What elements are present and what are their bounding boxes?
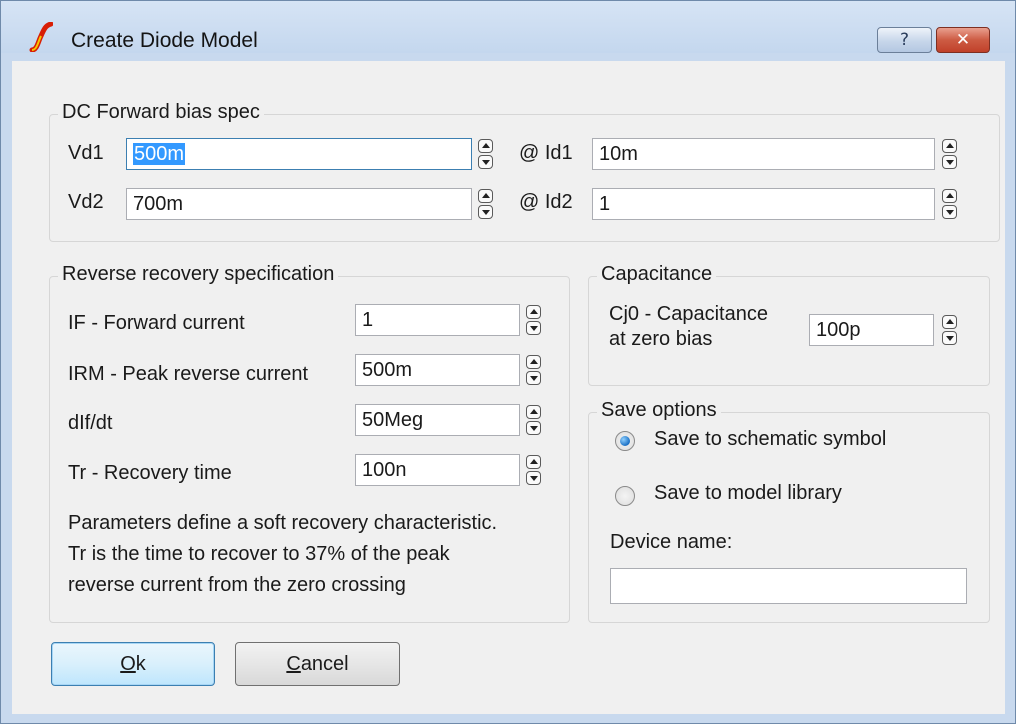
dialog-body: DC Forward bias spec Vd1 500m @ Id1 10m … [12,61,1005,714]
ok-button-label: Ok [120,652,146,675]
recovery-help-text: Parameters define a soft recovery charac… [68,508,497,601]
cancel-button-label: Cancel [286,652,349,675]
id1-label: @ Id1 [519,142,573,164]
if-input[interactable]: 1 [355,304,520,336]
help-icon: ? [899,30,910,50]
id1-value: 10m [599,143,638,165]
window-title: Create Diode Model [71,29,258,52]
help-button[interactable]: ? [877,27,932,53]
recovery-help-line-2: Tr is the time to recover to 37% of the … [68,543,450,565]
save-options-legend: Save options [597,399,721,422]
save-to-library-label[interactable]: Save to model library [654,482,842,505]
cj0-label-line-2: at zero bias [609,328,713,350]
cj0-input[interactable]: 100p [809,314,934,346]
irm-spinner[interactable] [526,355,541,385]
cj0-label-line-1: Cj0 - Capacitance [609,303,768,325]
cj0-label: Cj0 - Capacitance at zero bias [609,302,768,352]
vd1-spinner[interactable] [478,139,493,169]
cj0-spinner[interactable] [942,315,957,345]
tr-value: 100n [362,459,407,481]
device-name-input[interactable] [610,568,967,604]
cancel-button[interactable]: Cancel [235,642,400,686]
save-to-symbol-radio[interactable] [615,431,635,451]
vd1-value: 500m [133,143,186,165]
didt-input[interactable]: 50Meg [355,404,520,436]
tr-spinner[interactable] [526,455,541,485]
vd2-input[interactable]: 700m [126,188,472,220]
device-name-label: Device name: [610,531,733,553]
didt-value: 50Meg [362,409,424,431]
id1-input[interactable]: 10m [592,138,935,170]
id2-spinner[interactable] [942,189,957,219]
cj0-value: 100p [816,319,861,341]
if-spinner[interactable] [526,305,541,335]
irm-input[interactable]: 500m [355,354,520,386]
didt-spinner[interactable] [526,405,541,435]
recovery-help-line-1: Parameters define a soft recovery charac… [68,512,498,534]
irm-value: 500m [362,359,413,381]
vd1-label: Vd1 [68,142,104,164]
irm-label: IRM - Peak reverse current [68,363,309,385]
save-to-library-radio[interactable] [615,486,635,506]
title-bar[interactable]: Create Diode Model ? ✕ [1,1,1015,53]
id2-input[interactable]: 1 [592,188,935,220]
didt-label: dIf/dt [68,412,113,434]
vd2-spinner[interactable] [478,189,493,219]
vd1-input[interactable]: 500m [126,138,472,170]
vd2-value: 700m [133,193,184,215]
recovery-help-line-3: reverse current from the zero crossing [68,574,406,596]
capacitance-legend: Capacitance [597,263,717,286]
close-button[interactable]: ✕ [936,27,990,53]
id2-value: 1 [599,193,611,215]
tr-input[interactable]: 100n [355,454,520,486]
close-icon: ✕ [955,30,971,50]
reverse-recovery-legend: Reverse recovery specification [58,263,339,286]
create-diode-model-dialog: Create Diode Model ? ✕ DC Forward bias s… [0,0,1016,724]
dc-forward-bias-legend: DC Forward bias spec [58,101,264,124]
tr-label: Tr - Recovery time [68,462,232,484]
id1-spinner[interactable] [942,139,957,169]
ok-button[interactable]: Ok [51,642,215,686]
id2-label: @ Id2 [519,191,573,213]
dc-forward-bias-group: DC Forward bias spec [49,101,1000,242]
vd2-label: Vd2 [68,191,104,213]
app-logo-icon [29,22,53,52]
if-label: IF - Forward current [68,312,245,334]
if-value: 1 [362,309,374,331]
save-to-symbol-label[interactable]: Save to schematic symbol [654,428,886,451]
